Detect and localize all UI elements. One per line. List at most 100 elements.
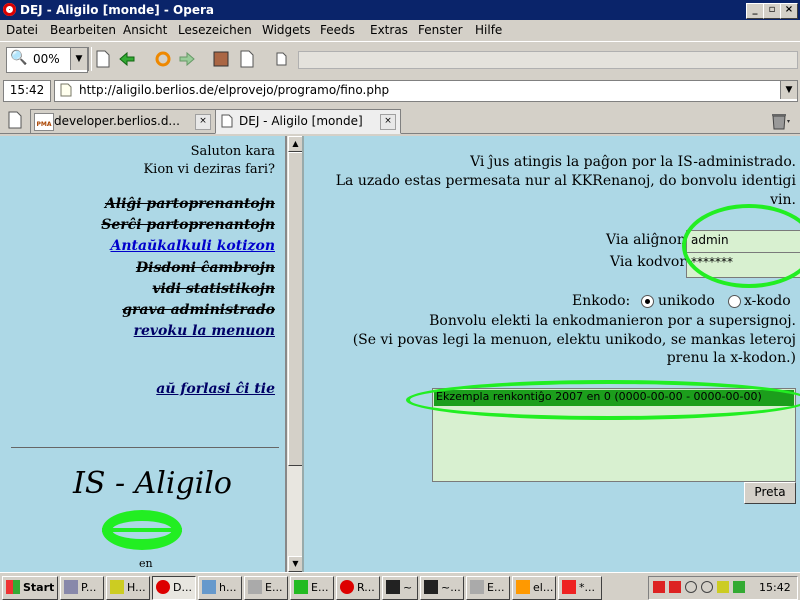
encoding-label: Enkodo: xyxy=(572,293,631,309)
app-icon xyxy=(202,580,216,594)
close-tab-icon[interactable]: × xyxy=(380,114,396,130)
chevron-down-icon[interactable]: ▼ xyxy=(780,81,797,99)
scroll-down-icon[interactable]: ▼ xyxy=(288,556,303,572)
tab-label: DEJ - Aligilo [monde] xyxy=(239,114,363,128)
page-icon xyxy=(221,114,233,128)
encoding-option-x-kodo: x-kodo xyxy=(744,293,791,309)
taskbar-item[interactable]: ~ xyxy=(382,576,418,600)
menu-feeds[interactable]: Feeds xyxy=(320,23,355,37)
menu-lesezeichen[interactable]: Lesezeichen xyxy=(178,23,252,37)
address-bar: 15:42 http://aligilo.berlios.de/elprovej… xyxy=(0,77,800,104)
tab-developer[interactable]: PMA developer.berlios.d... × xyxy=(30,109,216,134)
logo-title: IS - Aligilo xyxy=(73,466,232,501)
left-menu-frame: Saluton kara Kion vi deziras fari? Aliĝi… xyxy=(3,136,286,572)
taskbar-item[interactable]: *... xyxy=(558,576,602,600)
nav-serci-partoprenantojn: Serĉi partoprenantojn xyxy=(101,217,275,233)
taskbar-item[interactable]: H... xyxy=(106,576,150,600)
page-icon[interactable] xyxy=(238,50,256,68)
app-icon xyxy=(562,580,576,594)
taskbar-item-active[interactable]: D... xyxy=(152,576,196,600)
trash-icon[interactable] xyxy=(770,112,792,130)
url-field[interactable]: http://aligilo.berlios.de/elprovejo/prog… xyxy=(54,80,798,102)
menu-ansicht[interactable]: Ansicht xyxy=(123,23,167,37)
terminal-icon xyxy=(386,580,400,594)
close-icon[interactable]: × xyxy=(780,3,798,19)
url-text[interactable]: http://aligilo.berlios.de/elprovejo/prog… xyxy=(79,83,389,97)
terminal-icon xyxy=(424,580,438,594)
tray-icon[interactable] xyxy=(733,581,745,593)
minimize-icon[interactable]: _ xyxy=(746,3,764,19)
window-title: DEJ - Aligilo [monde] - Opera xyxy=(20,3,214,17)
taskbar-item[interactable]: el... xyxy=(512,576,556,600)
tray-icon[interactable] xyxy=(717,581,729,593)
taskbar-item[interactable]: E... xyxy=(290,576,334,600)
start-button[interactable]: Start xyxy=(2,576,58,600)
nav-revoku-la-menuon[interactable]: revoku la menuon xyxy=(134,323,275,339)
taskbar-item[interactable]: E... xyxy=(244,576,288,600)
chevron-down-icon[interactable]: ▼ xyxy=(70,48,87,70)
encoding-help-3: prenu la x-kodon.) xyxy=(666,350,796,366)
tab-label: developer.berlios.d... xyxy=(54,114,180,128)
nav-aligi-partoprenantojn: Aliĝi partoprenantojn xyxy=(104,196,275,212)
tab-bar: PMA developer.berlios.d... × DEJ - Aligi… xyxy=(0,106,800,134)
taskbar-item[interactable]: E... xyxy=(466,576,510,600)
left-frame-scrollbar[interactable]: ▲ ▼ xyxy=(286,136,303,572)
nav-grava-administrado: grava administrado xyxy=(122,302,275,318)
encoding-help-2: (Se vi povas legi la menuon, elektu unik… xyxy=(352,332,796,348)
menu-fenster[interactable]: Fenster xyxy=(418,23,463,37)
window-title-bar[interactable]: DEJ - Aligilo [monde] - Opera _ ▫ × xyxy=(0,0,800,20)
menu-widgets[interactable]: Widgets xyxy=(262,23,311,37)
menu-bar: Datei Bearbeiten Ansicht Lesezeichen Wid… xyxy=(0,20,800,40)
taskbar-item[interactable]: h... xyxy=(198,576,242,600)
intro-line-1: Vi ĵus atingis la paĝon por la IS-admini… xyxy=(470,154,796,170)
nav-disdoni-cambrojn: Disdoni ĉambrojn xyxy=(136,260,275,276)
tray-icon[interactable] xyxy=(653,581,665,593)
encoding-radio-x-kodo[interactable] xyxy=(728,295,741,308)
toolbar-separator xyxy=(88,47,92,71)
bookmark-panel-icon[interactable] xyxy=(212,50,230,68)
page-small-icon[interactable] xyxy=(272,50,290,68)
maximize-icon[interactable]: ▫ xyxy=(763,3,781,19)
menu-hilfe[interactable]: Hilfe xyxy=(475,23,502,37)
opera-icon xyxy=(340,580,354,594)
toolbar-empty-field[interactable] xyxy=(298,51,798,69)
system-tray: 15:42 xyxy=(648,576,798,600)
close-tab-icon[interactable]: × xyxy=(195,114,211,130)
new-tab-icon[interactable] xyxy=(6,110,24,130)
nav-antaukalkuli-kotizon[interactable]: Antaŭkalkuli kotizon xyxy=(110,238,275,254)
taskbar: Start P... H... D... h... E... E... R...… xyxy=(0,572,800,600)
menu-datei[interactable]: Datei xyxy=(6,23,38,37)
taskbar-item[interactable]: P... xyxy=(60,576,104,600)
greeting-text: Saluton kara xyxy=(190,144,275,159)
divider xyxy=(11,447,279,448)
intro-line-2: La uzado estas permesata nur al KKRenano… xyxy=(335,173,796,189)
menu-bearbeiten[interactable]: Bearbeiten xyxy=(50,23,116,37)
language-text: en xyxy=(139,557,153,570)
back-icon[interactable] xyxy=(118,50,136,68)
reload-icon[interactable] xyxy=(154,50,172,68)
encoding-help-1: Bonvolu elekti la enkodmanieron por a su… xyxy=(429,313,796,329)
new-page-icon[interactable] xyxy=(94,50,112,68)
taskbar-item[interactable]: ~... xyxy=(420,576,464,600)
zoom-select[interactable]: 🔍 00% ▼ xyxy=(6,47,88,73)
scroll-up-icon[interactable]: ▲ xyxy=(288,136,303,152)
scrollbar-thumb[interactable] xyxy=(288,152,303,466)
opera-icon xyxy=(156,580,170,594)
zoom-value: 00% xyxy=(33,52,60,66)
toolbar-clock: 15:42 xyxy=(3,80,51,102)
logout-link[interactable]: aŭ forlasi ĉi tie xyxy=(156,381,275,397)
app-icon xyxy=(64,580,78,594)
tab-dej-aligilo[interactable]: DEJ - Aligilo [monde] × xyxy=(215,109,401,134)
encoding-radio-unikodo[interactable] xyxy=(641,295,654,308)
encoding-option-unikodo: unikodo xyxy=(658,293,715,309)
tray-icon[interactable] xyxy=(669,581,681,593)
taskbar-item[interactable]: R... xyxy=(336,576,380,600)
submit-button[interactable]: Preta xyxy=(744,482,796,504)
tray-icon[interactable] xyxy=(701,581,713,593)
forward-icon[interactable] xyxy=(178,50,196,68)
toolbar: 🔍 00% ▼ xyxy=(0,41,800,75)
logo-icon xyxy=(102,510,182,550)
highlight-circle-meeting xyxy=(406,380,800,420)
tray-icon[interactable] xyxy=(685,581,697,593)
menu-extras[interactable]: Extras xyxy=(370,23,408,37)
